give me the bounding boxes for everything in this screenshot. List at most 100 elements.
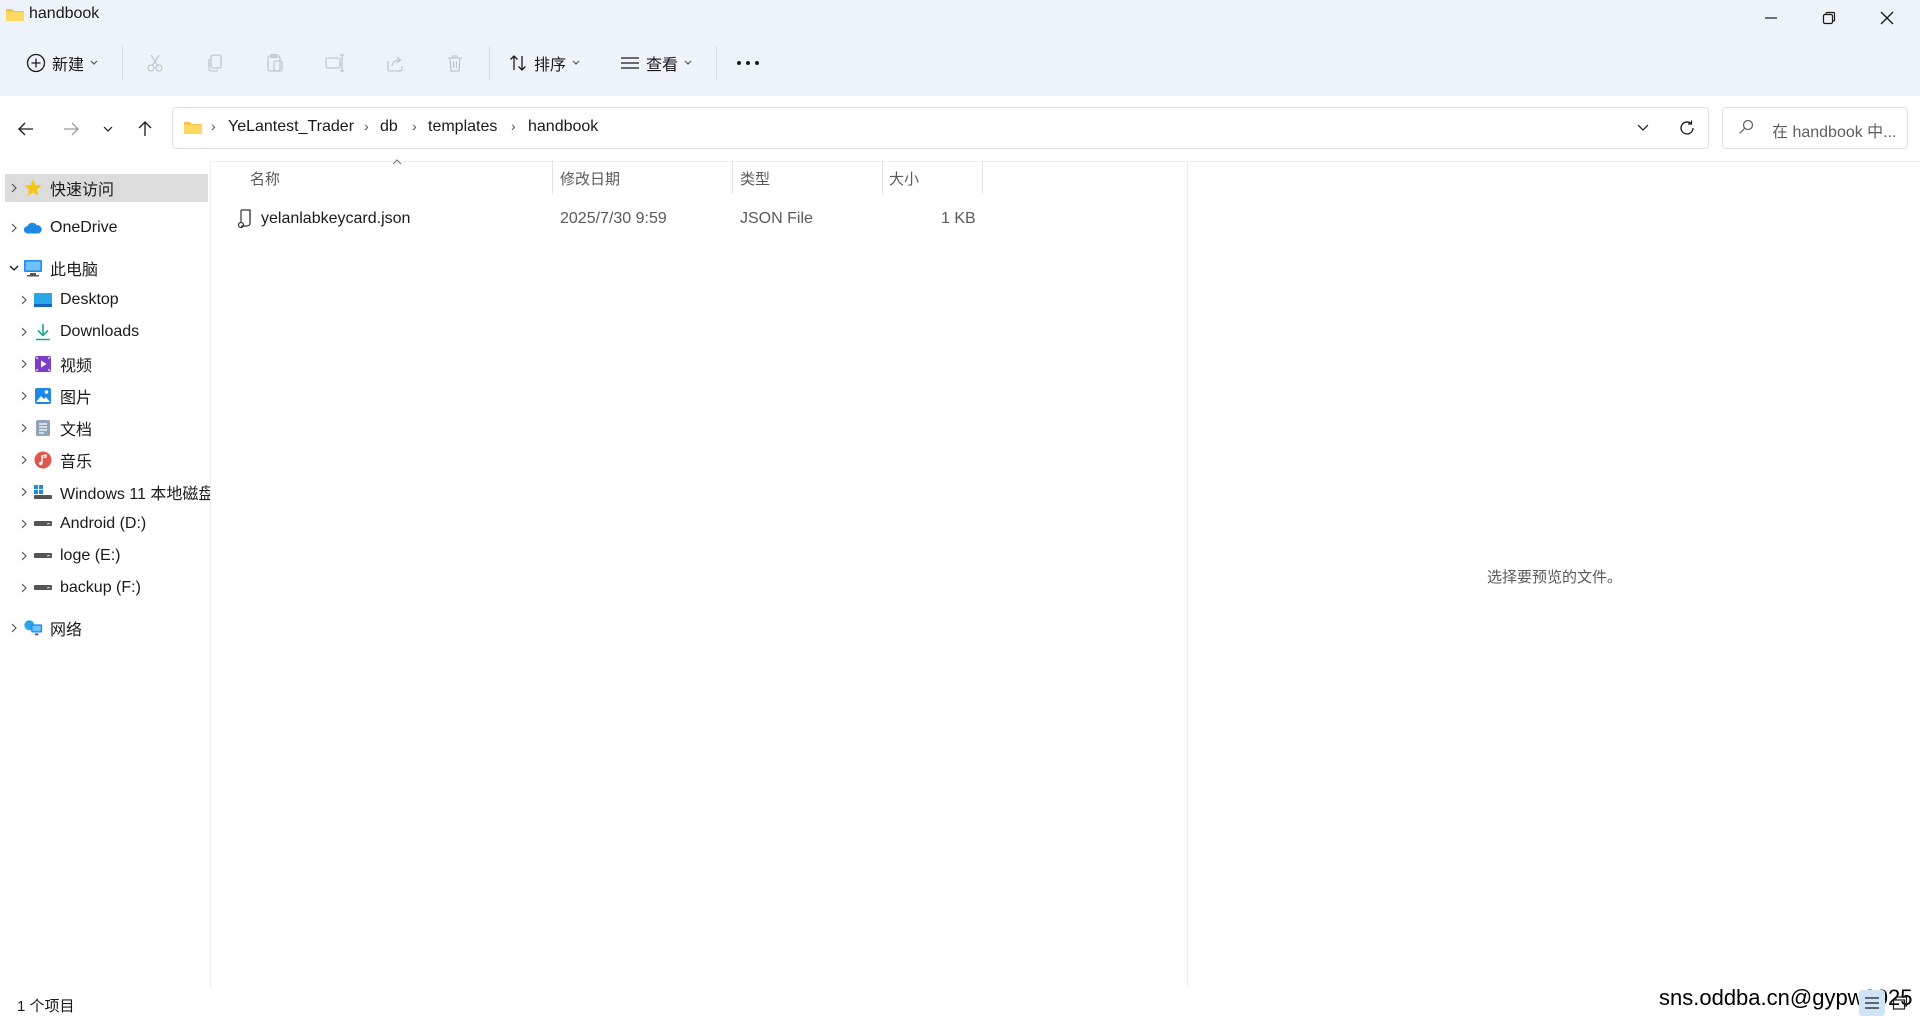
new-button-label: 新建 — [52, 57, 85, 74]
search-placeholder: 在 handbook 中... — [1772, 124, 1897, 141]
column-header-modified[interactable]: 修改日期 — [560, 168, 620, 189]
column-divider[interactable] — [882, 160, 883, 194]
arrow-up-icon — [136, 120, 154, 138]
title-and-command-bar — [0, 0, 1920, 96]
sort-icon — [508, 53, 528, 73]
view-button[interactable]: 查看 — [620, 46, 692, 80]
preview-message: 选择要预览的文件。 — [1487, 569, 1623, 586]
column-header-size[interactable]: 大小 — [889, 168, 919, 189]
breadcrumb-db[interactable]: db — [380, 118, 398, 136]
details-view-icon — [1864, 996, 1880, 1010]
more-button[interactable] — [736, 46, 760, 80]
forward-button[interactable] — [56, 112, 86, 146]
refresh-icon — [1678, 119, 1696, 137]
up-button[interactable] — [130, 112, 160, 146]
chevron-right-icon — [15, 515, 33, 533]
sidebar-item-downloads[interactable]: Downloads — [15, 318, 208, 346]
window-title: handbook — [29, 5, 100, 22]
preview-divider[interactable] — [1187, 161, 1188, 987]
column-divider[interactable] — [552, 160, 553, 194]
column-header-type[interactable]: 类型 — [740, 168, 770, 189]
sort-ascending-icon — [390, 158, 404, 166]
sidebar-item-videos[interactable]: 视频 — [15, 350, 208, 378]
search-icon — [1737, 118, 1755, 136]
new-button[interactable]: 新建 — [26, 46, 98, 80]
share-button[interactable] — [385, 46, 405, 80]
column-divider[interactable] — [982, 160, 983, 194]
sidebar-item-onedrive[interactable]: OneDrive — [5, 214, 208, 242]
chevron-right-icon — [15, 451, 33, 469]
sidebar-item-documents[interactable]: 文档 — [15, 414, 208, 442]
details-view-button[interactable] — [1859, 990, 1885, 1016]
sidebar-item-network[interactable]: 网络 — [5, 614, 208, 642]
cut-icon — [145, 53, 165, 73]
chevron-right-icon — [15, 323, 33, 341]
copy-icon — [205, 53, 225, 73]
refresh-button[interactable] — [1674, 116, 1700, 140]
sidebar-item-label: backup (F:) — [60, 579, 141, 596]
address-history-button[interactable] — [1630, 116, 1656, 140]
chevron-right-icon — [15, 355, 33, 373]
music-icon — [33, 450, 53, 470]
sidebar-item-this-pc[interactable]: 此电脑 — [5, 254, 208, 282]
file-modified: 2025/7/30 9:59 — [560, 210, 667, 227]
paste-button[interactable] — [265, 46, 285, 80]
arrow-right-icon — [62, 120, 80, 138]
drive-icon — [33, 514, 53, 534]
minimize-button[interactable] — [1742, 0, 1800, 36]
sidebar-item-android-d[interactable]: Android (D:) — [15, 510, 208, 538]
file-type: JSON File — [740, 210, 813, 227]
share-icon — [385, 53, 405, 73]
breadcrumb-separator-icon: › — [511, 118, 516, 134]
cut-button[interactable] — [145, 46, 165, 80]
sidebar-item-label: 图片 — [60, 390, 93, 407]
delete-button[interactable] — [445, 46, 465, 80]
sidebar-item-label: Desktop — [60, 291, 119, 308]
copy-button[interactable] — [205, 46, 225, 80]
chevron-down-icon — [684, 60, 692, 66]
restore-icon — [1822, 11, 1836, 25]
address-bar[interactable] — [172, 107, 1709, 149]
sidebar-item-backup-f[interactable]: backup (F:) — [15, 574, 208, 602]
breadcrumb-yelantest-trader[interactable]: YeLantest_Trader — [228, 118, 354, 136]
sidebar-item-windows-drive[interactable]: Windows 11 本地磁盘 — [15, 478, 210, 506]
sidebar-item-music[interactable]: 音乐 — [15, 446, 208, 474]
json-file-icon — [236, 208, 254, 230]
sort-button[interactable]: 排序 — [508, 46, 580, 80]
breadcrumb-handbook[interactable]: handbook — [528, 118, 598, 136]
recent-locations-button[interactable] — [96, 112, 120, 146]
sidebar-item-loge-e[interactable]: loge (E:) — [15, 542, 208, 570]
breadcrumb-templates[interactable]: templates — [428, 118, 497, 136]
rename-button[interactable] — [325, 46, 347, 80]
sort-button-label: 排序 — [534, 57, 567, 74]
desktop-icon — [33, 290, 53, 310]
close-button[interactable] — [1858, 0, 1916, 36]
chevron-right-icon — [15, 291, 33, 309]
network-icon — [23, 618, 43, 638]
chevron-right-icon — [15, 419, 33, 437]
sidebar-item-quick-access[interactable]: 快速访问 — [5, 174, 208, 202]
chevron-right-icon — [15, 547, 33, 565]
chevron-right-icon — [5, 179, 23, 197]
windows-drive-icon — [33, 482, 53, 502]
sidebar-item-label: 此电脑 — [50, 262, 99, 279]
column-divider[interactable] — [732, 160, 733, 194]
sidebar-item-label: Windows 11 本地磁盘 — [60, 486, 210, 503]
back-button[interactable] — [11, 112, 41, 146]
chevron-down-icon — [572, 60, 580, 66]
chevron-right-icon — [15, 579, 33, 597]
chevron-down-icon — [103, 126, 113, 133]
toolbar-divider — [716, 46, 717, 80]
sidebar-item-pictures[interactable]: 图片 — [15, 382, 208, 410]
sidebar-item-label: loge (E:) — [60, 547, 121, 564]
restore-button[interactable] — [1800, 0, 1858, 36]
drive-icon — [33, 578, 53, 598]
sidebar-item-desktop[interactable]: Desktop — [15, 286, 208, 314]
pane-divider[interactable] — [210, 161, 211, 987]
download-icon — [33, 322, 53, 342]
file-size: 1 KB — [941, 210, 976, 227]
chevron-right-icon — [5, 219, 23, 237]
column-header-name[interactable]: 名称 — [250, 168, 280, 189]
item-count: 1 个项目 — [17, 998, 75, 1015]
tiles-view-button[interactable] — [1888, 990, 1912, 1016]
